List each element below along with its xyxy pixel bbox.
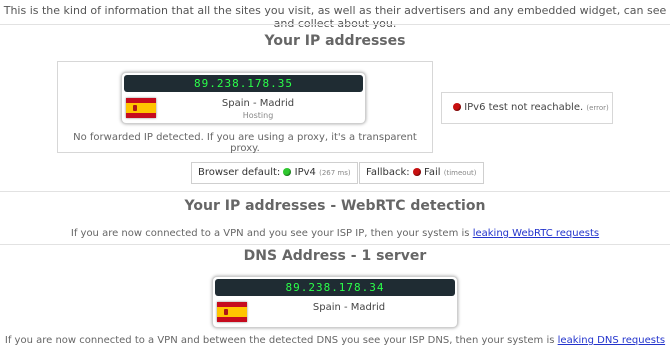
dns-ip-display: 89.238.178.34 — [215, 279, 455, 296]
ipv6-error: (error) — [586, 104, 609, 112]
ipv6-status: IPv6 test not reachable. (error) — [453, 102, 609, 113]
ipv6-text: IPv6 test not reachable. — [464, 102, 584, 113]
fallback-label: Fallback: — [366, 167, 410, 178]
spain-flag-icon — [217, 302, 247, 322]
dns-leak-link[interactable]: leaking DNS requests — [558, 335, 665, 346]
dns-paragraph: If you are now connected to a VPN and be… — [0, 335, 670, 346]
browser-default-pill: Browser default: IPv4 (267 ms) — [191, 162, 358, 184]
ip-panel: 89.238.178.35 Spain - Madrid Hosting No … — [57, 61, 433, 154]
fallback-time: (timeout) — [443, 169, 477, 177]
dns-section-title: DNS Address - 1 server — [243, 248, 427, 264]
divider — [0, 244, 670, 245]
spain-flag-icon — [126, 98, 156, 118]
status-red-icon — [412, 168, 421, 176]
status-red-icon — [453, 103, 461, 111]
ip-type: Hosting — [242, 111, 274, 120]
fallback-pill: Fallback: Fail (timeout) — [359, 162, 484, 184]
browser-default-value: IPv4 — [294, 167, 316, 178]
intro-text: This is the kind of information that all… — [3, 4, 667, 30]
proxy-note: No forwarded IP detected. If you are usi… — [73, 132, 417, 154]
webrtc-text: If you are now connected to a VPN and yo… — [70, 228, 470, 239]
webrtc-section-title: Your IP addresses - WebRTC detection — [184, 198, 486, 214]
webrtc-leak-link[interactable]: leaking WebRTC requests — [473, 228, 599, 239]
dns-card: 89.238.178.34 Spain - Madrid — [212, 276, 458, 328]
ip-section-title: Your IP addresses — [264, 33, 406, 49]
browser-default-time: (267 ms) — [319, 169, 351, 177]
ip-location: Spain - Madrid — [221, 98, 295, 109]
webrtc-paragraph: If you are now connected to a VPN and yo… — [0, 228, 670, 239]
ip-card: 89.238.178.35 Spain - Madrid Hosting — [121, 72, 366, 124]
browser-default-label: Browser default: — [198, 167, 281, 178]
dns-location: Spain - Madrid — [312, 302, 386, 313]
dns-text: If you are now connected to a VPN and be… — [4, 335, 555, 346]
divider — [0, 191, 670, 192]
ip-display: 89.238.178.35 — [124, 75, 363, 92]
divider — [0, 24, 670, 25]
status-green-icon — [283, 168, 292, 176]
ipv6-panel: IPv6 test not reachable. (error) — [441, 92, 613, 124]
fallback-value: Fail — [424, 167, 441, 178]
